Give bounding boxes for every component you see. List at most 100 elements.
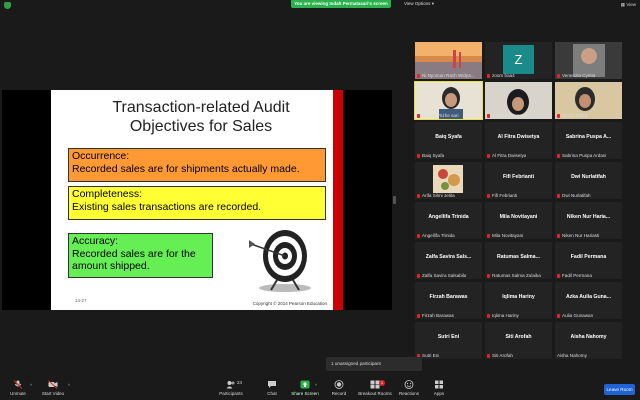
share-options-caret-icon[interactable]: ^ [315,383,317,388]
participant-label-text: Sabrina Puspa Ardani [562,153,607,158]
participant-label: zoom baa4 [487,73,515,78]
participant-label: Alisyah Rizhe sari [417,113,459,118]
participants-button[interactable]: Participants [213,380,249,400]
muted-mic-icon [487,353,490,358]
participant-label-text: Mila Novitayani [492,233,524,238]
participant-tile[interactable]: Azka Aulia Guna... Aulia Gunawan [555,282,622,319]
occurrence-box: Occurrence: Recorded sales are for shipm… [68,148,326,182]
participant-tile[interactable]: Indah Permatasari [485,82,552,119]
participant-name: Fadil Permana [570,254,607,260]
chat-button[interactable]: Chat [254,380,290,400]
panel-splitter-handle[interactable] [393,196,396,204]
meeting-toolbar: Unmute ^ Start Video ^ Participants 24 C… [0,378,640,400]
completeness-box: Completeness: Existing sales transaction… [68,186,326,220]
participant-label: Ratumas Salma Zulaika [487,273,541,278]
participant-label-text: Aulia Gunawan [562,313,594,318]
participant-label-text: Aisha Nahomy [557,353,587,358]
participant-name: Firzah Barawas [429,294,468,300]
participant-tile[interactable]: Aisha Nahomy Aisha Nahomy [555,322,622,359]
participants-label: Participants [219,391,243,396]
participant-name: Baiq Syafa [435,134,462,140]
muted-mic-icon [557,273,560,278]
muted-mic-icon [417,273,420,278]
participant-label: Angellifa Trinida [417,233,455,238]
muted-mic-icon [487,153,490,158]
participant-label: Firzah Barawas [417,313,454,318]
participant-name: Iqlima Hariny [502,294,535,300]
muted-mic-icon [557,153,560,158]
participant-label-text: Fifi Febrianti [492,193,518,198]
view-button[interactable]: ▦ View [621,1,636,8]
participant-tile[interactable]: Ni Nyoman Rach Widya... [415,42,482,79]
muted-mic-icon [417,113,420,118]
breakout-rooms-button[interactable]: Breakout Rooms [355,380,395,400]
muted-mic-icon [417,153,420,158]
participant-tile[interactable]: Fadil Permana Fadil Permana [555,242,622,279]
participant-tile[interactable]: Baiq Syafa Baiq Syafa [415,122,482,159]
participant-tile[interactable]: Angellifa Trinida Angellifa Trinida [415,202,482,239]
breakout-rooms-label: Breakout Rooms [358,391,392,396]
participant-label-text: Ratumas Salma Zulaika [492,273,541,278]
leave-room-button[interactable]: Leave Room [604,384,635,395]
participant-label: Indah Permatasari [487,113,530,118]
participant-tile[interactable]: Venenzia Cyntia [555,42,622,79]
participant-tile[interactable]: Niken Nur Haria... Niken Nur Hariasti [555,202,622,239]
shield-icon[interactable] [4,2,11,9]
video-options-caret-icon[interactable]: ^ [68,383,70,388]
participant-label: Sabrina Puspa Ardani [557,153,606,158]
mic-off-icon [13,380,23,389]
presentation-slide: Transaction-related Audit Objectives for… [51,90,343,310]
view-options-label: View Options [404,1,431,6]
muted-mic-icon [417,73,420,78]
unassigned-participant-notice[interactable]: 1 unassigned participant [326,357,422,371]
muted-mic-icon [487,113,490,118]
audio-options-caret-icon[interactable]: ^ [30,383,32,388]
start-video-button[interactable]: Start Video [35,380,71,400]
participant-name: Sutri Eni [437,334,460,340]
occurrence-text: Recorded sales are for shipments actuall… [72,162,300,175]
muted-mic-icon [417,313,420,318]
participant-tile[interactable]: Mila Novitayani Mila Novitayani [485,202,552,239]
participant-tile[interactable]: Al Fitra Dwisetya Al Fitra Dwisetya [485,122,552,159]
participant-tile[interactable]: Sutri Eni Sutri Eni [415,322,482,359]
participant-tile[interactable]: Fifi Febrianti Fifi Febrianti [485,162,552,199]
participant-tile[interactable]: Arifa Silmi Jelita [415,162,482,199]
share-screen-button[interactable]: Share Screen [287,380,323,400]
participant-tile[interactable]: Ratumas Salma... Ratumas Salma Zulaika [485,242,552,279]
muted-mic-icon [487,73,490,78]
video-off-icon [48,380,58,389]
zoom-meeting-window: You are viewing Indah Permatasari's scre… [0,0,640,400]
chat-label: Chat [267,391,277,396]
participant-tile[interactable]: Zalfa Savira Sals... Zalfa Savira Salsab… [415,242,482,279]
participant-tile[interactable]: Sabrina Puspa A... Sabrina Puspa Ardani [555,122,622,159]
participant-tile-active-speaker[interactable]: Alisyah Rizhe sari [414,81,483,120]
participant-label-text: Ni Nyoman Rach Widya... [422,73,475,78]
participants-count: 24 [237,380,243,385]
apps-button[interactable]: Apps [421,380,457,400]
participant-tile[interactable]: Dinda Safira [555,82,622,119]
participants-icon [226,381,235,389]
participant-tile[interactable]: Iqlima Hariny Iqlima Hariny [485,282,552,319]
screen-share-banner: You are viewing Indah Permatasari's scre… [291,0,391,8]
participant-name: Fifi Febrianti [502,174,535,180]
participant-name: Sabrina Puspa A... [565,134,612,140]
view-options-button[interactable]: View Options ▾ [404,0,434,8]
muted-mic-icon [557,313,560,318]
participant-tile[interactable]: Z zoom baa4 [485,42,552,79]
participant-label: Arifa Silmi Jelita [417,193,455,198]
participant-label: Fadil Permana [557,273,592,278]
participant-tile[interactable]: Siti Arofah Siti Arofah [485,322,552,359]
participant-name: Al Fitra Dwisetya [497,134,540,140]
participant-tile[interactable]: Dwi Nurlatifah Dwi Nurlatifah [555,162,622,199]
participant-label: Niken Nur Hariasti [557,233,599,238]
participant-label-text: Sutri Eni [422,353,440,358]
record-button[interactable]: Record [321,380,357,400]
participant-label: Fifi Febrianti [487,193,517,198]
participant-tile[interactable]: Firzah Barawas Firzah Barawas [415,282,482,319]
participant-label-text: Firzah Barawas [422,313,454,318]
participant-name: Mila Novitayani [499,214,538,220]
participant-label: Aulia Gunawan [557,313,593,318]
share-screen-icon [300,380,310,389]
record-icon [334,380,344,389]
accuracy-text-line1: Recorded sales are for the [72,247,196,260]
